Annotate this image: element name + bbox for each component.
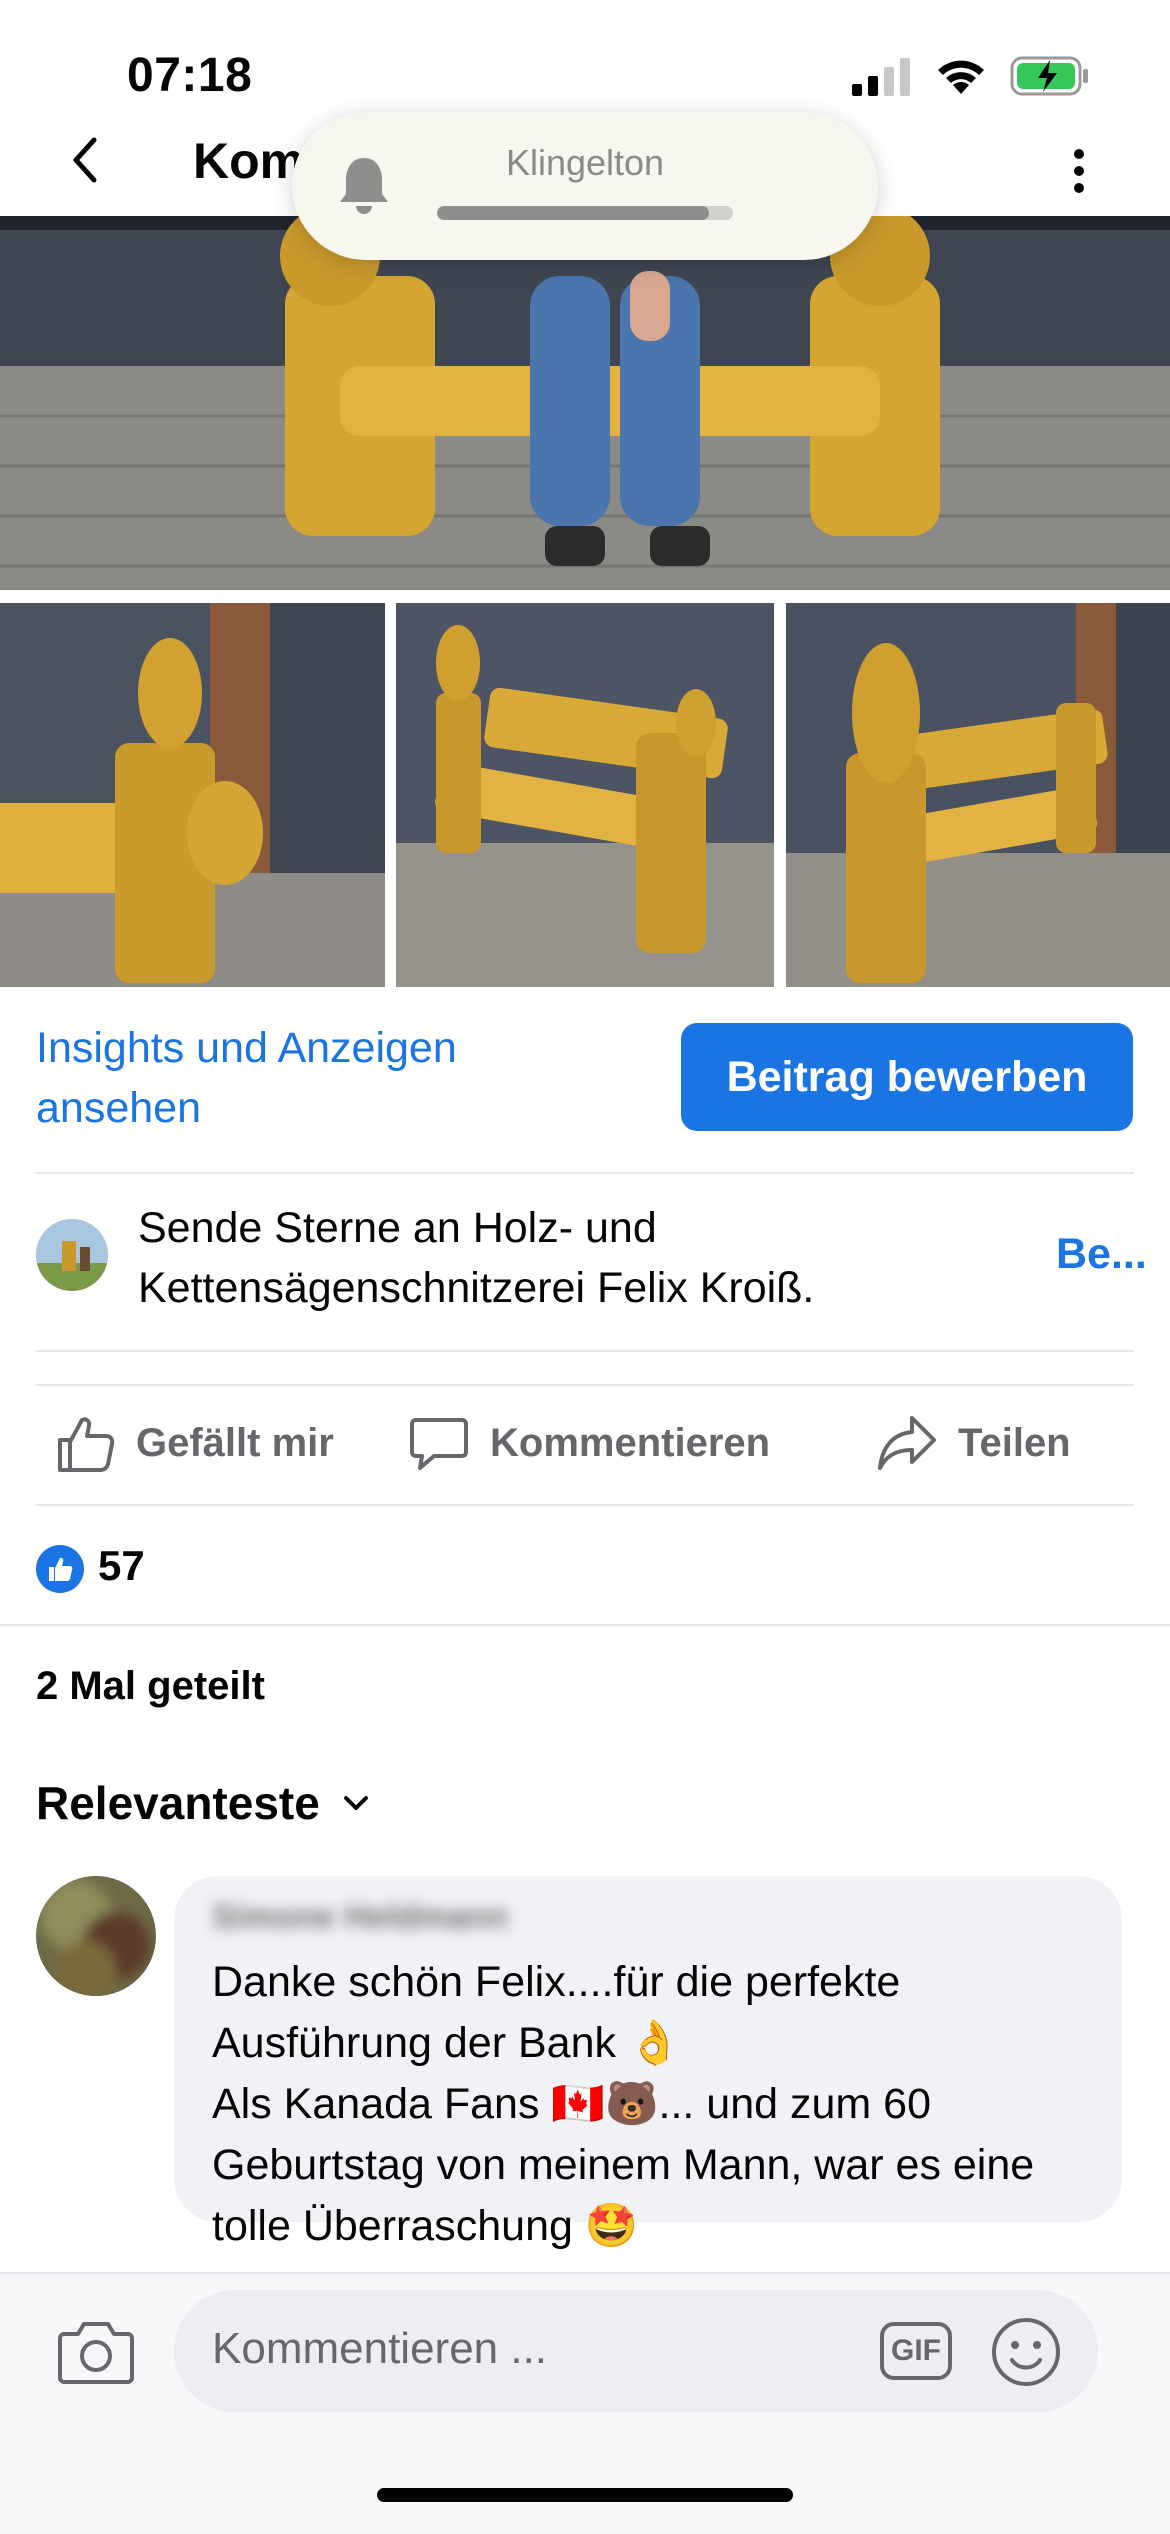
comment-bubble: Simone Heldmann Danke schön Felix....für… bbox=[174, 1876, 1122, 2250]
divider bbox=[36, 1504, 1134, 1506]
wifi-icon bbox=[938, 60, 984, 94]
divider bbox=[36, 1172, 1134, 1174]
more-options-icon[interactable] bbox=[1064, 146, 1094, 196]
promote-post-button[interactable]: Beitrag bewerben bbox=[681, 1023, 1133, 1131]
gif-button[interactable]: GIF bbox=[880, 2322, 952, 2380]
share-label: Teilen bbox=[958, 1420, 1071, 1465]
send-stars-text: Sende Sterne an Holz- und Kettensägensch… bbox=[138, 1204, 815, 1312]
bell-icon bbox=[340, 158, 388, 214]
commenter-avatar-image bbox=[36, 1876, 156, 1996]
ringer-volume-fill bbox=[437, 206, 710, 220]
comment-input-placeholder: Kommentieren ... bbox=[212, 2324, 548, 2373]
cellular-signal-icon bbox=[852, 58, 910, 96]
post-photo-main[interactable] bbox=[0, 216, 1170, 590]
comment-sort-dropdown[interactable]: Relevanteste bbox=[36, 1776, 376, 1830]
share-count[interactable]: 2 Mal geteilt bbox=[36, 1664, 265, 1709]
sort-label: Relevanteste bbox=[36, 1777, 320, 1829]
like-button[interactable]: Gefällt mir bbox=[54, 1412, 334, 1474]
emoji-smiley-icon[interactable] bbox=[990, 2316, 1062, 2388]
comment-label: Kommentieren bbox=[490, 1420, 771, 1465]
comment-line: Als Kanada Fans 🇨🇦🐻... und zum 60 bbox=[212, 2080, 931, 2128]
home-indicator[interactable] bbox=[377, 2488, 793, 2502]
bench-photo-image bbox=[0, 216, 1170, 590]
page-avatar-image bbox=[36, 1219, 108, 1291]
page-title: Kom bbox=[193, 133, 305, 189]
insights-link[interactable]: Insights und Anzeigen ansehen bbox=[36, 1018, 596, 1138]
divider bbox=[0, 1624, 1170, 1626]
comment-line: tolle Überraschung 🤩 bbox=[212, 2202, 639, 2250]
comment-line: Geburtstag von meinem Mann, war es eine bbox=[212, 2141, 1035, 2189]
divider bbox=[36, 1384, 1134, 1386]
send-stars-link[interactable]: Be... bbox=[1056, 1230, 1147, 1279]
page-avatar bbox=[36, 1219, 108, 1291]
share-arrow-icon bbox=[878, 1416, 936, 1470]
divider bbox=[36, 1350, 1134, 1352]
reaction-count[interactable]: 57 bbox=[98, 1542, 145, 1590]
post-photo-thumb-3[interactable] bbox=[786, 603, 1170, 987]
comment-input[interactable]: Kommentieren ... GIF bbox=[174, 2290, 1098, 2412]
ringer-volume-bar bbox=[437, 206, 733, 220]
like-label: Gefällt mir bbox=[136, 1420, 334, 1465]
post-photo-thumb-1[interactable] bbox=[0, 603, 385, 987]
bears-closeup-image bbox=[0, 603, 385, 987]
like-reaction-icon bbox=[36, 1545, 84, 1593]
commenter-name[interactable]: Simone Heldmann bbox=[212, 1898, 509, 1937]
commenter-avatar[interactable] bbox=[36, 1876, 156, 1996]
comment-text: Danke schön Felix....für die perfekte Au… bbox=[212, 1952, 1092, 2257]
bench-side-image bbox=[786, 603, 1170, 987]
comment-bubble-icon bbox=[410, 1418, 468, 1470]
ringer-label: Klingelton bbox=[505, 142, 665, 183]
comment-line: Ausführung der Bank 👌 bbox=[212, 2019, 682, 2067]
comment-line: Danke schön Felix....für die perfekte bbox=[212, 1958, 901, 2006]
post-photo-thumb-2[interactable] bbox=[396, 603, 774, 987]
bench-front-image bbox=[396, 603, 774, 987]
comment-button[interactable]: Kommentieren bbox=[408, 1412, 770, 1474]
thumbs-up-icon bbox=[58, 1417, 115, 1472]
thumbs-up-icon bbox=[49, 1557, 73, 1581]
battery-charging-icon bbox=[1010, 56, 1088, 96]
camera-icon[interactable] bbox=[58, 2318, 134, 2384]
status-time: 07:18 bbox=[127, 49, 253, 102]
chevron-down-icon bbox=[343, 1796, 368, 1810]
ringer-volume-overlay: Klingelton bbox=[292, 112, 878, 260]
back-chevron-icon[interactable] bbox=[58, 130, 114, 190]
share-button[interactable]: Teilen bbox=[876, 1412, 1071, 1474]
